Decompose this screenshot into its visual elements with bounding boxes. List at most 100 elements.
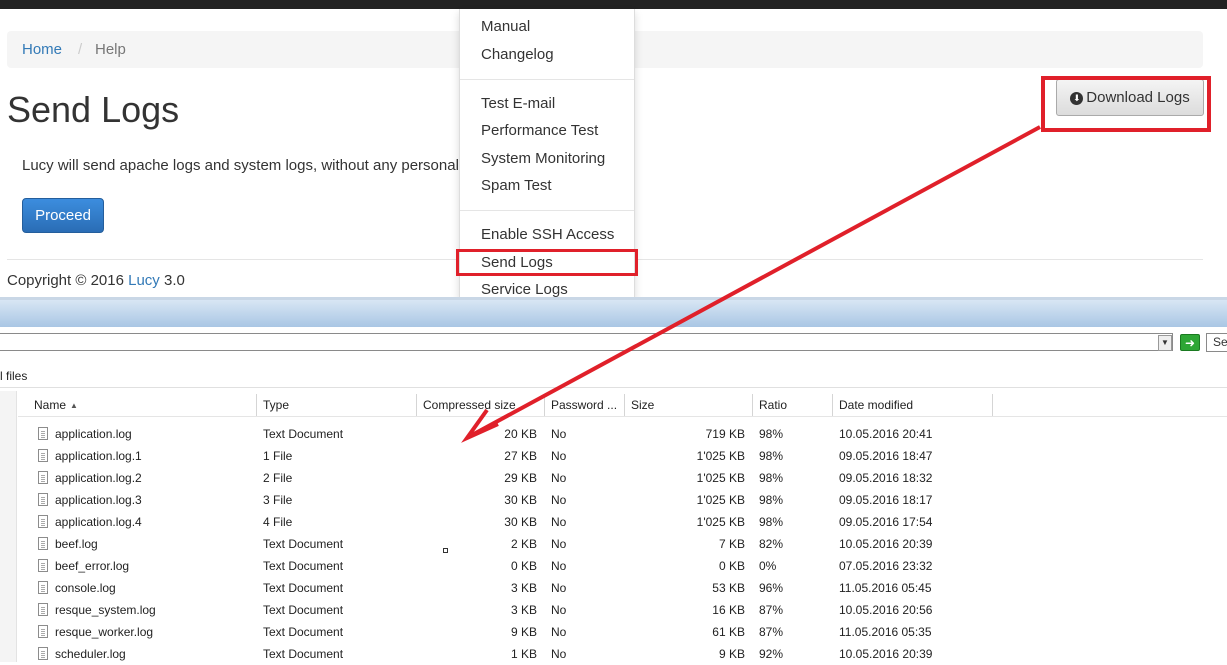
footer-copyright: Copyright © 2016 Lucy 3.0 bbox=[7, 272, 185, 289]
search-input[interactable]: Se bbox=[1206, 333, 1227, 352]
cell-date-modified: 10.05.2016 20:56 bbox=[839, 603, 933, 617]
table-row[interactable]: resque_worker.log Text Document 9 KB No 61 K… bbox=[18, 621, 1227, 643]
cell-compressed-size: 27 KB bbox=[504, 449, 537, 463]
divider bbox=[0, 387, 1227, 388]
column-header-name-label: Name bbox=[34, 398, 67, 412]
table-row[interactable]: application.log.2 2 File 29 KB No 1'025 KB 98… bbox=[18, 467, 1227, 489]
cell-ratio: 0% bbox=[759, 559, 777, 573]
cell-size: 1'025 KB bbox=[696, 515, 745, 529]
page-description: Lucy will send apache logs and system lo… bbox=[22, 157, 471, 174]
top-navbar bbox=[0, 0, 1227, 9]
document-icon bbox=[38, 471, 48, 484]
document-icon bbox=[38, 537, 48, 550]
menu-item-changelog[interactable]: Changelog bbox=[481, 46, 554, 63]
cell-ratio: 87% bbox=[759, 625, 784, 639]
cell-password: No bbox=[551, 537, 567, 551]
cell-ratio: 98% bbox=[759, 427, 784, 441]
table-row[interactable]: console.log Text Document 3 KB No 53 KB 96% 11… bbox=[18, 577, 1227, 599]
cell-compressed-size: 30 KB bbox=[504, 515, 537, 529]
column-header-ratio[interactable]: Ratio bbox=[753, 394, 833, 416]
cell-name: application.log bbox=[55, 427, 132, 441]
cell-ratio: 98% bbox=[759, 471, 784, 485]
cell-size: 53 KB bbox=[712, 581, 745, 595]
cell-size: 0 KB bbox=[718, 559, 745, 573]
column-header-compressed-size[interactable]: Compressed size bbox=[417, 394, 545, 416]
cell-size: 7 KB bbox=[718, 537, 745, 551]
menu-item-manual[interactable]: Manual bbox=[481, 18, 530, 35]
cell-name: application.log.4 bbox=[55, 515, 142, 529]
table-row[interactable]: beef.log Text Document 2 KB No 7 KB 82% 10.05.… bbox=[18, 533, 1227, 555]
lucy-link[interactable]: Lucy bbox=[128, 272, 160, 289]
cell-password: No bbox=[551, 493, 567, 507]
cell-date-modified: 07.05.2016 23:32 bbox=[839, 559, 933, 573]
page-title: Send Logs bbox=[7, 89, 180, 130]
copyright-prefix: Copyright © 2016 bbox=[7, 272, 129, 289]
cell-name: beef.log bbox=[55, 537, 98, 551]
table-row[interactable]: application.log Text Document 20 KB No 719 K… bbox=[18, 423, 1227, 445]
cell-size: 1'025 KB bbox=[696, 493, 745, 507]
cell-date-modified: 10.05.2016 20:39 bbox=[839, 537, 933, 551]
menu-item-spam-test[interactable]: Spam Test bbox=[481, 177, 552, 194]
menu-item-performance-test[interactable]: Performance Test bbox=[481, 122, 598, 139]
menu-item-test-email[interactable]: Test E-mail bbox=[481, 95, 555, 112]
document-icon bbox=[38, 515, 48, 528]
cell-name: application.log.3 bbox=[55, 493, 142, 507]
column-header-date-modified[interactable]: Date modified bbox=[833, 394, 993, 416]
cell-size: 1'025 KB bbox=[696, 449, 745, 463]
cell-type: Text Document bbox=[263, 427, 344, 441]
copyright-version: 3.0 bbox=[159, 272, 185, 289]
menu-item-service-logs[interactable]: Service Logs bbox=[481, 281, 568, 297]
column-header-password[interactable]: Password ... bbox=[545, 394, 625, 416]
table-row[interactable]: application.log.1 1 File 27 KB No 1'025 KB 98… bbox=[18, 445, 1227, 467]
menu-divider bbox=[460, 79, 634, 80]
cell-compressed-size: 3 KB bbox=[510, 581, 537, 595]
cell-compressed-size: 3 KB bbox=[510, 603, 537, 617]
table-row[interactable]: resque_system.log Text Document 3 KB No 16 K… bbox=[18, 599, 1227, 621]
document-icon bbox=[38, 449, 48, 462]
document-icon bbox=[38, 603, 48, 616]
column-header-name[interactable]: Name ▲ bbox=[28, 394, 257, 416]
download-highlight-box bbox=[1041, 76, 1211, 132]
cell-password: No bbox=[551, 471, 567, 485]
address-bar[interactable] bbox=[0, 333, 1173, 351]
cell-ratio: 87% bbox=[759, 603, 784, 617]
menu-divider bbox=[460, 210, 634, 211]
cell-password: No bbox=[551, 559, 567, 573]
cell-date-modified: 11.05.2016 05:45 bbox=[839, 581, 932, 595]
cell-name: resque_worker.log bbox=[55, 625, 154, 639]
cursor-marker bbox=[443, 548, 448, 553]
cell-date-modified: 10.05.2016 20:41 bbox=[839, 427, 933, 441]
address-dropdown-icon[interactable]: ▼ bbox=[1158, 335, 1172, 351]
cell-name: application.log.1 bbox=[55, 449, 142, 463]
cell-date-modified: 09.05.2016 18:17 bbox=[839, 493, 933, 507]
column-header-type[interactable]: Type bbox=[257, 394, 417, 416]
menu-item-enable-ssh[interactable]: Enable SSH Access bbox=[481, 226, 614, 243]
cell-size: 16 KB bbox=[712, 603, 745, 617]
cell-ratio: 98% bbox=[759, 449, 784, 463]
menu-item-system-monitoring[interactable]: System Monitoring bbox=[481, 150, 605, 167]
cell-password: No bbox=[551, 427, 567, 441]
navigation-pane bbox=[0, 391, 17, 662]
cell-date-modified: 09.05.2016 17:54 bbox=[839, 515, 933, 529]
breadcrumb-home-link[interactable]: Home bbox=[22, 31, 62, 68]
send-logs-highlight-box bbox=[456, 249, 638, 276]
go-arrow-icon[interactable]: ➜ bbox=[1180, 334, 1200, 351]
cell-size: 61 KB bbox=[712, 625, 745, 639]
table-row[interactable]: application.log.4 4 File 30 KB No 1'025 KB 98… bbox=[18, 511, 1227, 533]
cell-type: 4 File bbox=[263, 515, 293, 529]
proceed-button[interactable]: Proceed bbox=[22, 198, 104, 233]
cell-size: 1'025 KB bbox=[696, 471, 745, 485]
breadcrumb-separator: / bbox=[78, 41, 83, 58]
archive-explorer-window: ▼ ➜ Se l files Name ▲ Type Compressed siz… bbox=[0, 297, 1227, 662]
column-header-size[interactable]: Size bbox=[625, 394, 753, 416]
document-icon bbox=[38, 625, 48, 638]
cell-password: No bbox=[551, 581, 567, 595]
window-titlebar bbox=[0, 297, 1227, 327]
cell-size: 719 KB bbox=[705, 427, 745, 441]
table-row[interactable]: application.log.3 3 File 30 KB No 1'025 KB 98… bbox=[18, 489, 1227, 511]
cell-type: Text Document bbox=[263, 603, 344, 617]
cell-name: console.log bbox=[55, 581, 116, 595]
table-row[interactable]: beef_error.log Text Document 0 KB No 0 KB 0% 0… bbox=[18, 555, 1227, 577]
sort-ascending-icon: ▲ bbox=[70, 401, 78, 410]
cell-date-modified: 09.05.2016 18:47 bbox=[839, 449, 933, 463]
